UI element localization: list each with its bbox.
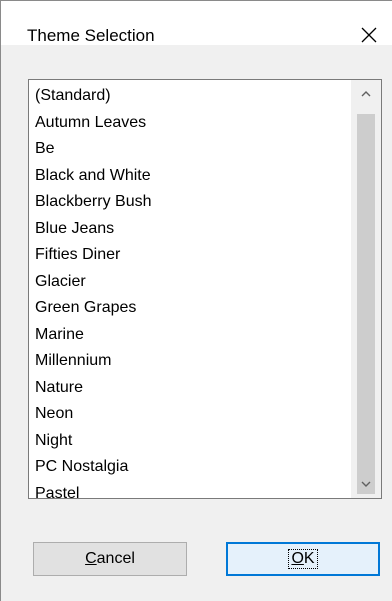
list-item[interactable]: Be — [29, 136, 350, 163]
list-item[interactable]: Millennium — [29, 348, 350, 375]
list-item[interactable]: Blue Jeans — [29, 216, 350, 243]
theme-selection-dialog: Theme Selection (Standard) Autumn Leaves… — [0, 0, 392, 601]
list-item[interactable]: Nature — [29, 375, 350, 402]
list-item[interactable]: Autumn Leaves — [29, 110, 350, 137]
cancel-mnemonic: C — [85, 550, 97, 567]
theme-list-items: (Standard) Autumn Leaves Be Black and Wh… — [29, 83, 350, 499]
theme-list[interactable]: (Standard) Autumn Leaves Be Black and Wh… — [28, 79, 382, 499]
list-item[interactable]: PC Nostalgia — [29, 454, 350, 481]
ok-label: K — [303, 550, 315, 567]
list-item[interactable]: Black and White — [29, 163, 350, 190]
ok-focus-rect: OK — [288, 549, 318, 569]
chevron-up-icon — [361, 91, 371, 97]
list-item[interactable]: Green Grapes — [29, 295, 350, 322]
list-item[interactable]: Fifties Diner — [29, 242, 350, 269]
close-icon — [361, 27, 377, 43]
scroll-thumb[interactable] — [357, 114, 375, 494]
list-item[interactable]: Night — [29, 428, 350, 455]
chevron-down-icon — [361, 481, 371, 487]
vertical-scrollbar[interactable] — [351, 80, 381, 498]
ok-mnemonic: O — [291, 550, 304, 567]
cancel-button[interactable]: Cancel — [33, 542, 187, 576]
dialog-title: Theme Selection — [27, 26, 155, 45]
list-item[interactable]: Neon — [29, 401, 350, 428]
cancel-label: ancel — [96, 550, 135, 567]
list-item[interactable]: Blackberry Bush — [29, 189, 350, 216]
ok-button[interactable]: OK — [226, 542, 380, 576]
title-bar: Theme Selection — [1, 1, 392, 45]
list-item[interactable]: (Standard) — [29, 83, 350, 110]
scroll-up-button[interactable] — [351, 80, 381, 108]
scroll-down-button[interactable] — [351, 470, 381, 498]
list-item[interactable]: Glacier — [29, 269, 350, 296]
list-item[interactable]: Marine — [29, 322, 350, 349]
list-item[interactable]: Pastel — [29, 481, 350, 499]
close-button[interactable] — [346, 17, 392, 53]
